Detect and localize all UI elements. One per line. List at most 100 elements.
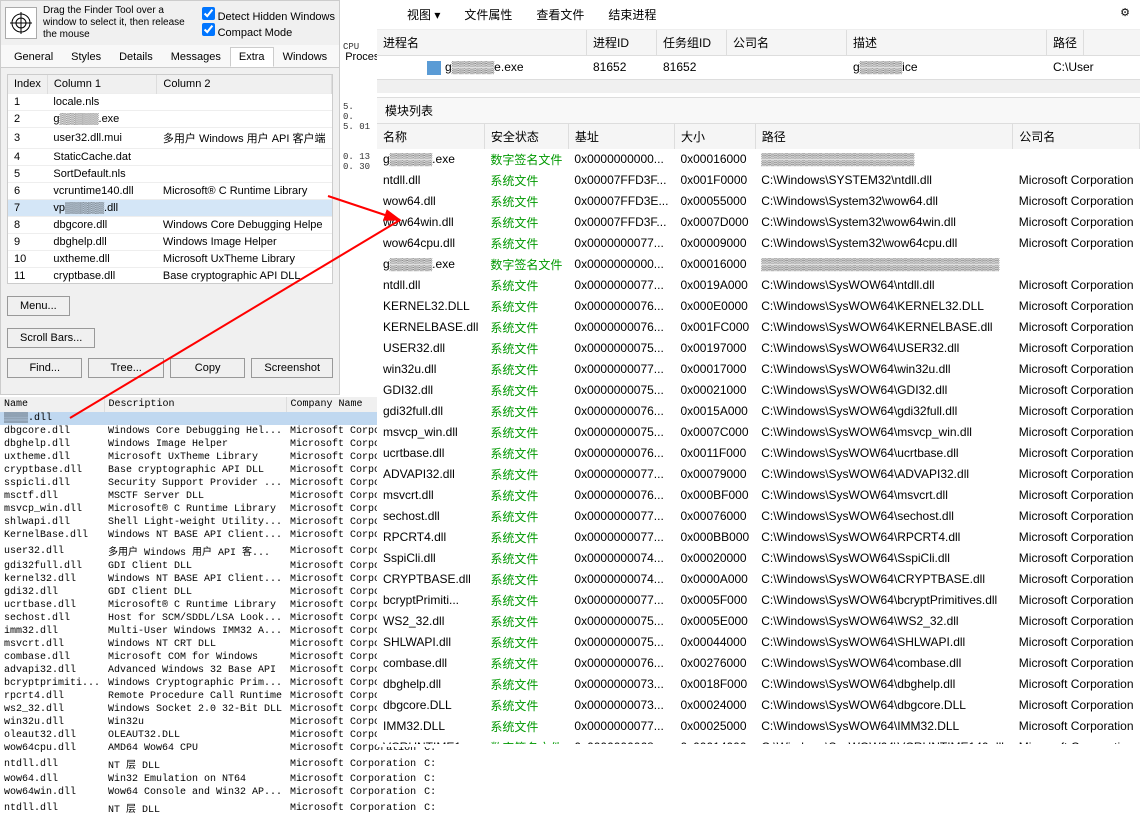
table-row[interactable]: msvcp_win.dll系统文件0x0000000075...0x0007C0… bbox=[377, 422, 1140, 443]
col-process-name[interactable]: 进程名 bbox=[377, 30, 587, 55]
copy-button[interactable]: Copy bbox=[170, 358, 245, 378]
col-base[interactable]: 基址 bbox=[568, 124, 674, 149]
table-row[interactable]: combase.dll系统文件0x0000000076...0x00276000… bbox=[377, 653, 1140, 674]
table-row[interactable]: win32u.dllWin32uMicrosoft CorporationC: bbox=[0, 716, 441, 729]
extra-table[interactable]: Index Column 1 Column 2 1locale.nls2g▒▒▒… bbox=[7, 74, 333, 284]
table-row[interactable]: 7vp▒▒▒▒▒.dll bbox=[8, 200, 332, 217]
col-desc[interactable]: 描述 bbox=[847, 30, 1047, 55]
table-row[interactable]: RPCRT4.dll系统文件0x0000000077...0x000BB000C… bbox=[377, 527, 1140, 548]
table-row[interactable]: GDI32.dll系统文件0x0000000075...0x00021000C:… bbox=[377, 380, 1140, 401]
table-row[interactable]: 2g▒▒▒▒▒.exe bbox=[8, 111, 332, 128]
col-security[interactable]: 安全状态 bbox=[484, 124, 568, 149]
table-row[interactable]: imm32.dllMulti-User Windows IMM32 A...Mi… bbox=[0, 625, 441, 638]
table-row[interactable]: KERNEL32.DLL系统文件0x0000000076...0x000E000… bbox=[377, 296, 1140, 317]
table-row[interactable]: msvcrt.dll系统文件0x0000000076...0x000BF000C… bbox=[377, 485, 1140, 506]
tab-windows[interactable]: Windows bbox=[274, 47, 337, 67]
process-modules-lower[interactable]: Name Description Company Name Pa ▒▒▒▒.dl… bbox=[0, 397, 375, 747]
find-button[interactable]: Find... bbox=[7, 358, 82, 378]
table-row[interactable]: SHLWAPI.dll系统文件0x0000000075...0x00044000… bbox=[377, 632, 1140, 653]
table-row[interactable]: ▒▒▒▒.dll bbox=[0, 412, 441, 425]
col-tgid[interactable]: 任务组ID bbox=[657, 30, 727, 55]
table-row[interactable]: oleaut32.dllOLEAUT32.DLLMicrosoft Corpor… bbox=[0, 729, 441, 742]
table-row[interactable]: KERNELBASE.dll系统文件0x0000000076...0x001FC… bbox=[377, 317, 1140, 338]
table-row[interactable]: USER32.dll系统文件0x0000000075...0x00197000C… bbox=[377, 338, 1140, 359]
table-row[interactable]: SspiCli.dll系统文件0x0000000074...0x00020000… bbox=[377, 548, 1140, 569]
table-row[interactable]: ntdll.dll系统文件0x0000000077...0x0019A000C:… bbox=[377, 275, 1140, 296]
scrollbars-button[interactable]: Scroll Bars... bbox=[7, 328, 95, 348]
tab-messages[interactable]: Messages bbox=[162, 47, 230, 67]
scrollbar-horizontal[interactable] bbox=[377, 79, 1140, 93]
detect-hidden-checkbox[interactable]: Detect Hidden Windows bbox=[202, 7, 335, 23]
tab-styles[interactable]: Styles bbox=[62, 47, 110, 67]
col-description[interactable]: Description bbox=[104, 397, 286, 412]
table-row[interactable]: 6vcruntime140.dllMicrosoft® C Runtime Li… bbox=[8, 183, 332, 200]
table-row[interactable]: 11cryptbase.dllBase cryptographic API DL… bbox=[8, 268, 332, 285]
menu-end-process[interactable]: 结束进程 bbox=[608, 6, 656, 23]
table-row[interactable]: VCRUNTIME1...数字签名文件0x0000000068...0x0001… bbox=[377, 737, 1140, 744]
col-column2[interactable]: Column 2 bbox=[157, 75, 332, 94]
table-row[interactable]: 10uxtheme.dllMicrosoft UxTheme Library bbox=[8, 251, 332, 268]
table-row[interactable]: WS2_32.dll系统文件0x0000000075...0x0005E000C… bbox=[377, 611, 1140, 632]
table-row[interactable]: dbgcore.DLL系统文件0x0000000073...0x00024000… bbox=[377, 695, 1140, 716]
table-row[interactable]: ws2_32.dllWindows Socket 2.0 32-Bit DLLM… bbox=[0, 703, 441, 716]
screenshot-button[interactable]: Screenshot bbox=[251, 358, 333, 378]
table-row[interactable]: dbghelp.dll系统文件0x0000000073...0x0018F000… bbox=[377, 674, 1140, 695]
table-row[interactable]: KernelBase.dllWindows NT BASE API Client… bbox=[0, 529, 441, 542]
table-row[interactable]: 8dbgcore.dllWindows Core Debugging Helpe bbox=[8, 217, 332, 234]
table-row[interactable]: ucrtbase.dll系统文件0x0000000076...0x0011F00… bbox=[377, 443, 1140, 464]
table-row[interactable]: sechost.dll系统文件0x0000000077...0x00076000… bbox=[377, 506, 1140, 527]
menu-view[interactable]: 视图 ▾ bbox=[407, 6, 440, 23]
col-company[interactable]: 公司名 bbox=[727, 30, 847, 55]
col-pid[interactable]: 进程ID bbox=[587, 30, 657, 55]
table-row[interactable]: CRYPTBASE.dll系统文件0x0000000074...0x0000A0… bbox=[377, 569, 1140, 590]
gear-icon[interactable]: ⚙ bbox=[1120, 6, 1130, 19]
col-path[interactable]: 路径 bbox=[1047, 30, 1084, 55]
table-row[interactable]: 1locale.nls bbox=[8, 94, 332, 111]
table-row[interactable]: wow64win.dll系统文件0x00007FFD3F...0x0007D00… bbox=[377, 212, 1140, 233]
col-path[interactable]: 路径 bbox=[755, 124, 1013, 149]
table-row[interactable]: rpcrt4.dllRemote Procedure Call RuntimeM… bbox=[0, 690, 441, 703]
col-index[interactable]: Index bbox=[8, 75, 47, 94]
table-row[interactable]: wow64.dllWin32 Emulation on NT64Microsof… bbox=[0, 773, 441, 786]
tab-details[interactable]: Details bbox=[110, 47, 162, 67]
compact-mode-checkbox[interactable]: Compact Mode bbox=[202, 23, 335, 39]
table-row[interactable]: cryptbase.dllBase cryptographic API DLLM… bbox=[0, 464, 441, 477]
table-row[interactable]: 3user32.dll.mui多用户 Windows 用户 API 客户端 bbox=[8, 128, 332, 149]
table-row[interactable]: wow64.dll系统文件0x00007FFD3E...0x00055000C:… bbox=[377, 191, 1140, 212]
table-row[interactable]: 9dbghelp.dllWindows Image Helper bbox=[8, 234, 332, 251]
table-row[interactable]: uxtheme.dllMicrosoft UxTheme LibraryMicr… bbox=[0, 451, 441, 464]
tab-extra[interactable]: Extra bbox=[230, 47, 274, 67]
table-row[interactable]: wow64cpu.dllAMD64 Wow64 CPUMicrosoft Cor… bbox=[0, 742, 441, 755]
table-row[interactable]: wow64win.dllWow64 Console and Win32 AP..… bbox=[0, 786, 441, 799]
table-row[interactable]: ucrtbase.dllMicrosoft® C Runtime Library… bbox=[0, 599, 441, 612]
col-column1[interactable]: Column 1 bbox=[47, 75, 157, 94]
table-row[interactable]: wow64cpu.dll系统文件0x0000000077...0x0000900… bbox=[377, 233, 1140, 254]
table-row[interactable]: dbghelp.dllWindows Image HelperMicrosoft… bbox=[0, 438, 441, 451]
table-row[interactable]: dbgcore.dllWindows Core Debugging Hel...… bbox=[0, 425, 441, 438]
table-row[interactable]: ADVAPI32.dll系统文件0x0000000077...0x0007900… bbox=[377, 464, 1140, 485]
table-row[interactable]: combase.dllMicrosoft COM for WindowsMicr… bbox=[0, 651, 441, 664]
table-row[interactable]: bcryptPrimiti...系统文件0x0000000077...0x000… bbox=[377, 590, 1140, 611]
finder-tool-icon[interactable] bbox=[5, 7, 37, 39]
table-row[interactable]: ntdll.dllNT 层 DLLMicrosoft CorporationC: bbox=[0, 799, 441, 814]
menu-find-file[interactable]: 查看文件 bbox=[536, 6, 584, 23]
table-row[interactable]: win32u.dll系统文件0x0000000077...0x00017000C… bbox=[377, 359, 1140, 380]
tree-button[interactable]: Tree... bbox=[88, 358, 163, 378]
table-row[interactable]: g▒▒▒▒▒.exe数字签名文件0x0000000000...0x0001600… bbox=[377, 149, 1140, 170]
col-name[interactable]: Name bbox=[0, 397, 104, 412]
table-row[interactable]: g▒▒▒▒▒.exe数字签名文件0x0000000000...0x0001600… bbox=[377, 254, 1140, 275]
table-row[interactable]: user32.dll多用户 Windows 用户 API 客...Microso… bbox=[0, 542, 441, 560]
table-row[interactable]: sechost.dllHost for SCM/SDDL/LSA Look...… bbox=[0, 612, 441, 625]
process-row[interactable]: g▒▒▒▒▒e.exe 81652 81652 g▒▒▒▒▒ice C:\Use… bbox=[377, 56, 1140, 79]
col-company[interactable]: 公司名 bbox=[1013, 124, 1140, 149]
table-row[interactable]: msvcp_win.dllMicrosoft® C Runtime Librar… bbox=[0, 503, 441, 516]
table-row[interactable]: gdi32.dllGDI Client DLLMicrosoft Corpora… bbox=[0, 586, 441, 599]
table-row[interactable]: shlwapi.dllShell Light-weight Utility...… bbox=[0, 516, 441, 529]
table-row[interactable]: ntdll.dll系统文件0x00007FFD3F...0x001F0000C:… bbox=[377, 170, 1140, 191]
table-row[interactable]: bcryptprimiti...Windows Cryptographic Pr… bbox=[0, 677, 441, 690]
table-row[interactable]: gdi32full.dll系统文件0x0000000076...0x0015A0… bbox=[377, 401, 1140, 422]
table-row[interactable]: IMM32.DLL系统文件0x0000000077...0x00025000C:… bbox=[377, 716, 1140, 737]
table-row[interactable]: kernel32.dllWindows NT BASE API Client..… bbox=[0, 573, 441, 586]
col-mod-name[interactable]: 名称 bbox=[377, 124, 484, 149]
table-row[interactable]: advapi32.dllAdvanced Windows 32 Base API… bbox=[0, 664, 441, 677]
